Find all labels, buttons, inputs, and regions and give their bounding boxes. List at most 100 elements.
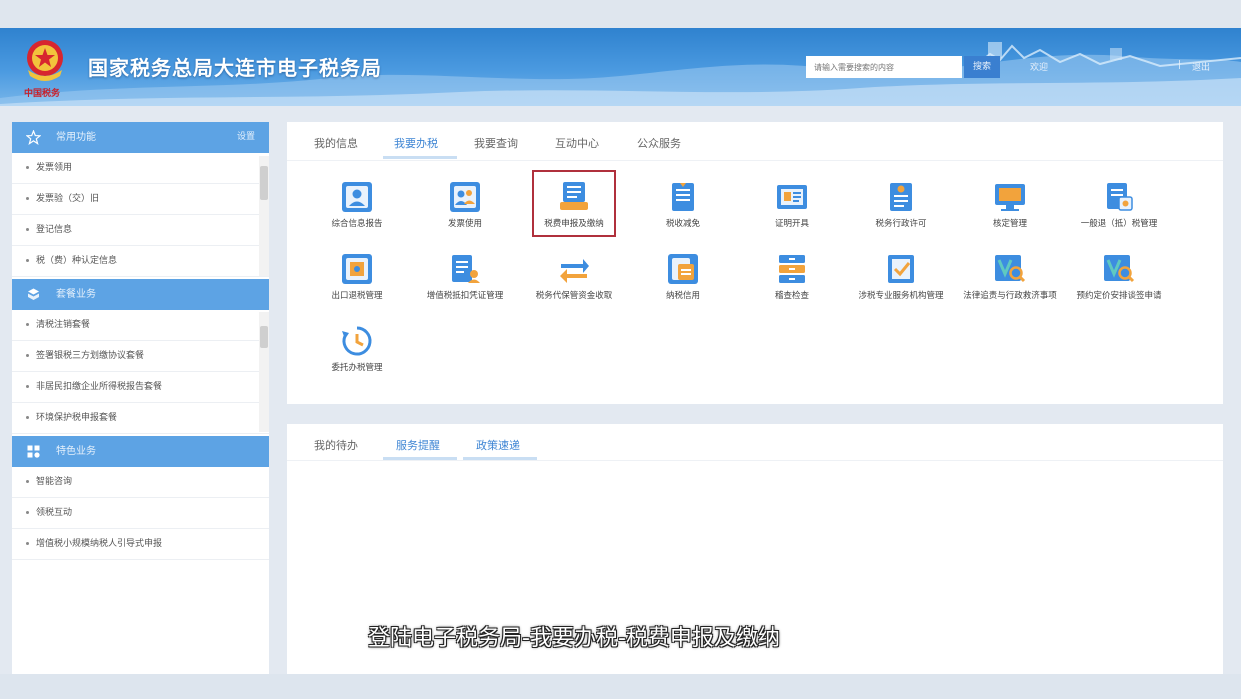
tile-label: 发票使用 — [447, 219, 482, 229]
tile-vat-voucher[interactable]: 增值税抵扣凭证管理 — [411, 252, 519, 303]
site-title: 国家税务总局大连市电子税务局 — [88, 56, 382, 80]
tile-label: 预约定价安排谈签申请 — [1076, 291, 1162, 301]
sidebar-item[interactable]: 非居民扣缴企业所得税报告套餐 — [12, 372, 269, 403]
law-search-icon — [995, 255, 1026, 283]
tile-label: 委托办税管理 — [331, 363, 383, 373]
person-card-icon — [342, 182, 372, 212]
sidebar-item[interactable]: 登记信息 — [12, 215, 269, 246]
tile-legal-remedy[interactable]: 法律追责与行政救济事项 — [956, 252, 1064, 303]
tile-label: 稽查检查 — [774, 291, 809, 301]
tile-label: 涉税专业服务机构管理 — [858, 291, 944, 301]
package-icon — [28, 288, 39, 300]
scrollbar-thumb[interactable] — [260, 326, 268, 348]
transfer-icon — [560, 259, 589, 283]
export-icon — [342, 254, 372, 284]
tile-label: 证明开具 — [774, 219, 809, 229]
tile-certificate-issue[interactable]: 证明开具 — [738, 180, 846, 231]
cabinet-icon — [779, 255, 805, 283]
users-icon — [450, 182, 480, 212]
sidebar-item[interactable]: 发票验（交）旧 — [12, 184, 269, 215]
welcome-link[interactable]: 欢迎 — [1030, 60, 1048, 73]
tile-assessment-management[interactable]: 核定管理 — [956, 180, 1064, 231]
refund-icon — [1107, 183, 1133, 211]
certificate-icon — [777, 185, 807, 209]
tile-invoice-use[interactable]: 发票使用 — [411, 180, 519, 231]
tile-export-refund[interactable]: 出口退税管理 — [303, 252, 411, 303]
tile-label: 一般退（抵）税管理 — [1080, 219, 1158, 229]
tab-underline — [383, 457, 457, 460]
sidebar-item[interactable]: 发票领用 — [12, 153, 269, 184]
sidebar-item[interactable]: 增值税小规模纳税人引导式申报 — [12, 529, 269, 560]
tab-policy-express[interactable]: 政策速递 — [476, 437, 520, 453]
tile-tax-credit[interactable]: 纳税信用 — [629, 252, 737, 303]
tile-administrative-license[interactable]: 税务行政许可 — [847, 180, 955, 231]
tile-advance-pricing[interactable]: 预约定价安排谈签申请 — [1065, 252, 1173, 303]
sidebar: 常用功能 设置 发票领用 发票验（交）旧 登记信息 税（费）种认定信息 套餐业务… — [12, 122, 269, 674]
tile-label: 综合信息报告 — [331, 219, 383, 229]
logout-link[interactable]: 退出 — [1192, 60, 1210, 73]
site-header: 中国税务 国家税务总局大连市电子税务局 搜索 欢迎 | 退出 — [0, 28, 1241, 106]
tile-label: 增值税抵扣凭证管理 — [426, 291, 504, 301]
sidebar-group-package[interactable]: 套餐业务 — [12, 279, 269, 310]
sidebar-group-feature[interactable]: 特色业务 — [12, 436, 269, 467]
search-input[interactable] — [806, 56, 962, 78]
tile-label: 税收减免 — [665, 219, 700, 229]
sidebar-item[interactable]: 税（费）种认定信息 — [12, 246, 269, 277]
license-icon — [890, 183, 912, 211]
tab-service-reminder[interactable]: 服务提醒 — [396, 437, 440, 453]
highlight-box — [532, 170, 616, 237]
sidebar-item[interactable]: 领税互动 — [12, 498, 269, 529]
monitor-icon — [995, 184, 1025, 211]
tab-my-info[interactable]: 我的信息 — [314, 135, 358, 151]
sidebar-settings-link[interactable]: 设置 — [237, 122, 255, 153]
sidebar-group-title: 套餐业务 — [56, 289, 96, 300]
shield-check-icon — [888, 255, 914, 283]
tile-label: 税务代保管资金收取 — [535, 291, 613, 301]
video-subtitle: 登陆电子税务局-我要办税-税费申报及缴纳 — [368, 626, 780, 651]
star-icon — [26, 130, 41, 145]
search-button[interactable]: 搜索 — [964, 56, 1000, 78]
sidebar-item[interactable]: 清税注销套餐 — [12, 310, 269, 341]
active-tab-underline — [383, 156, 457, 159]
tab-interaction[interactable]: 互动中心 — [555, 135, 599, 151]
tab-public-service[interactable]: 公众服务 — [637, 135, 681, 151]
tile-professional-service[interactable]: 涉税专业服务机构管理 — [847, 252, 955, 303]
sidebar-group-title: 常用功能 — [56, 132, 96, 143]
sidebar-item[interactable]: 环境保护税申报套餐 — [12, 403, 269, 434]
header-divider: | — [1178, 60, 1182, 70]
pricing-search-icon — [1104, 255, 1135, 283]
sidebar-scrollbar[interactable] — [259, 312, 269, 432]
feature-icon — [27, 445, 40, 458]
tile-label: 法律追责与行政救济事项 — [963, 291, 1057, 301]
tile-label: 税务行政许可 — [875, 219, 927, 229]
tile-label: 出口退税管理 — [331, 291, 383, 301]
tab-underline — [463, 457, 537, 460]
main-tabs: 我的信息 我要办税 我要查询 互动中心 公众服务 — [287, 122, 1223, 161]
tile-label: 纳税信用 — [665, 291, 700, 301]
tile-label: 核定管理 — [992, 219, 1027, 229]
tab-my-todo[interactable]: 我的待办 — [314, 437, 358, 453]
sidebar-list-common: 发票领用 发票验（交）旧 登记信息 税（费）种认定信息 — [12, 153, 269, 277]
voucher-icon — [452, 255, 480, 283]
tile-comprehensive-report[interactable]: 综合信息报告 — [303, 180, 411, 231]
tab-query[interactable]: 我要查询 — [474, 135, 518, 151]
sidebar-group-title: 特色业务 — [56, 446, 96, 457]
sidebar-list-package: 清税注销套餐 签署银税三方划缴协议套餐 非居民扣缴企业所得税报告套餐 环境保护税… — [12, 310, 269, 434]
tile-tax-relief[interactable]: 税收减免 — [629, 180, 737, 231]
bottom-strip — [0, 674, 1241, 699]
sidebar-item[interactable]: 签署银税三方划缴协议套餐 — [12, 341, 269, 372]
tile-inspection[interactable]: 稽查检查 — [738, 252, 846, 303]
sidebar-item[interactable]: 智能咨询 — [12, 467, 269, 498]
document-icon — [672, 183, 694, 211]
tile-fund-collection[interactable]: 税务代保管资金收取 — [520, 252, 628, 303]
scrollbar-thumb[interactable] — [260, 166, 268, 200]
emblem-text: 中国税务 — [24, 89, 61, 99]
tile-general-refund[interactable]: 一般退（抵）税管理 — [1065, 180, 1173, 231]
tile-entrusted-tax[interactable]: 委托办税管理 — [303, 324, 411, 375]
top-strip — [0, 0, 1241, 28]
sidebar-scrollbar[interactable] — [259, 156, 269, 276]
main-panel: 我的信息 我要办税 我要查询 互动中心 公众服务 综合信息报告 发票使用 税费申… — [287, 122, 1223, 404]
sidebar-group-common[interactable]: 常用功能 设置 — [12, 122, 269, 153]
tab-tax-handling[interactable]: 我要办税 — [394, 135, 438, 151]
todo-tabs: 我的待办 服务提醒 政策速递 — [287, 424, 1223, 461]
